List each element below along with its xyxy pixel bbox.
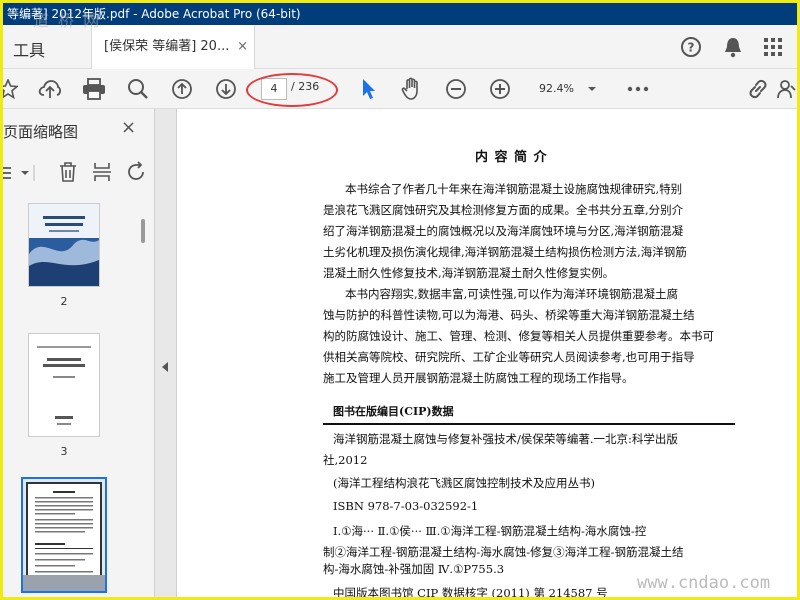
paragraph-line: 供相关高等院校、研究院所、工矿企业等研究人员阅读参考,也可用于指导 bbox=[323, 350, 695, 364]
paragraph-line: 本书内容翔实,数据丰富,可读性强,可以作为海洋环境钢筋混凝土腐 bbox=[345, 287, 678, 301]
cip-line: 海洋钢筋混凝土腐蚀与修复补强技术/侯保荣等编著.一北京:科学出版 bbox=[333, 432, 678, 446]
document-view[interactable]: 内 容 简 介 本书综合了作者几十年来在海洋钢筋混凝土设施腐蚀规律研究,特别 是… bbox=[177, 109, 797, 600]
help-icon[interactable]: ? bbox=[679, 35, 703, 59]
watermark-bottom: www.cndao.com bbox=[637, 573, 771, 593]
tab-document[interactable]: [侯保荣 等编著] 20... × bbox=[91, 25, 255, 69]
panel-scrollbar[interactable] bbox=[141, 219, 145, 243]
thumbnail-label: 2 bbox=[60, 295, 68, 308]
cip-series: (海洋工程结构浪花飞溅区腐蚀控制技术及应用丛书) bbox=[333, 476, 595, 490]
panel-title: 页面缩略图 bbox=[3, 123, 79, 141]
thumbnail-toolbar bbox=[3, 157, 155, 189]
cip-title: 图书在版编目(CIP)数据 bbox=[333, 405, 454, 418]
delete-page-icon[interactable] bbox=[57, 161, 79, 187]
zoom-in-icon[interactable] bbox=[487, 77, 513, 101]
paragraph-line: 土劣化机理及损伤演化规律,海洋钢筋混凝土结构损伤检测方法,海洋钢筋 bbox=[323, 245, 687, 259]
cip-number: 中国版本图书馆 CIP 数据核字 (2011) 第 214587 号 bbox=[333, 586, 608, 600]
cip-class-line: 构-海水腐蚀-补强加固 Ⅳ.①P755.3 bbox=[323, 562, 505, 576]
print-icon[interactable] bbox=[81, 77, 107, 101]
zoom-dropdown[interactable]: 92.4% bbox=[531, 78, 607, 100]
highlight-ellipse bbox=[246, 73, 338, 107]
sign-user-icon[interactable] bbox=[775, 77, 797, 101]
paragraph-line: 本书综合了作者几十年来在海洋钢筋混凝土设施腐蚀规律研究,特别 bbox=[345, 182, 683, 196]
svg-text:?: ? bbox=[688, 41, 695, 55]
paragraph-line: 施工及管理人员开展钢筋混凝土防腐蚀工程的现场工作指导。 bbox=[323, 371, 634, 385]
paragraph-line: 蚀与防护的科普性读物,可以为海港、码头、桥梁等重大海洋钢筋混凝土结 bbox=[323, 308, 695, 322]
thumbnail-panel: 页面缩略图 × 2 3 bbox=[3, 109, 155, 597]
next-page-icon[interactable] bbox=[213, 77, 239, 101]
link-icon[interactable] bbox=[745, 77, 771, 101]
thumbnail-page-3[interactable] bbox=[28, 333, 100, 437]
watermark-top: 道 桥 网 bbox=[33, 11, 102, 30]
tab-document-label: [侯保荣 等编著] 20... bbox=[104, 39, 230, 54]
panel-collapse-bar[interactable] bbox=[155, 109, 177, 597]
cip-divider bbox=[323, 423, 735, 425]
more-options-icon[interactable] bbox=[625, 77, 651, 101]
tab-tools[interactable]: 工具 bbox=[13, 37, 45, 61]
paragraph-line: 构的防腐蚀设计、施工、管理、检测、修复等相关人员提供重要参考。本书可 bbox=[323, 329, 714, 343]
select-pointer-icon[interactable] bbox=[357, 77, 381, 101]
zoom-out-icon[interactable] bbox=[443, 77, 469, 101]
notification-bell-icon[interactable] bbox=[721, 35, 745, 59]
collapse-arrow-icon[interactable] bbox=[161, 361, 169, 376]
extract-page-icon[interactable] bbox=[91, 161, 113, 187]
rotate-icon[interactable] bbox=[125, 161, 147, 187]
acrobat-window: 等编著] 2012年版.pdf - Adobe Acrobat Pro (64-… bbox=[0, 0, 800, 600]
cip-line: 社,2012 bbox=[323, 453, 368, 467]
previous-page-icon[interactable] bbox=[169, 77, 195, 101]
thumbnail-options-icon[interactable] bbox=[3, 163, 37, 187]
thumbnail-label: 3 bbox=[60, 445, 68, 458]
tab-bar: 工具 [侯保荣 等编著] 20... × ? bbox=[3, 25, 797, 69]
bookmark-star-icon[interactable] bbox=[3, 77, 19, 101]
zoom-value: 92.4% bbox=[539, 82, 574, 95]
zoom-search-icon[interactable] bbox=[125, 77, 151, 101]
paragraph-line: 混凝土耐久性修复技术,海洋钢筋混凝土耐久性修复实例。 bbox=[323, 266, 615, 280]
pdf-page: 内 容 简 介 本书综合了作者几十年来在海洋钢筋混凝土设施腐蚀规律研究,特别 是… bbox=[177, 109, 797, 600]
upload-cloud-icon[interactable] bbox=[37, 77, 63, 101]
paragraph-line: 绍了海洋钢筋混凝土的腐蚀概况以及海洋腐蚀环境与分区,海洋钢筋混凝 bbox=[323, 224, 684, 238]
panel-close-button[interactable]: × bbox=[121, 117, 136, 138]
tab-close-button[interactable]: × bbox=[237, 25, 248, 69]
hand-tool-icon[interactable] bbox=[399, 77, 425, 101]
chevron-down-icon bbox=[587, 78, 597, 108]
title-bar: 等编著] 2012年版.pdf - Adobe Acrobat Pro (64-… bbox=[3, 3, 797, 25]
cip-class-line: Ⅰ.①海··· Ⅱ.①侯··· Ⅲ.①海洋工程-钢筋混凝土结构-海水腐蚀-控 bbox=[333, 524, 647, 538]
paragraph-line: 是浪花飞溅区腐蚀研究及其检测修复方面的成果。全书共分五章,分别介 bbox=[323, 203, 684, 217]
thumbnail-page-2[interactable] bbox=[28, 203, 100, 287]
main-toolbar: 4 / 236 92.4% bbox=[3, 69, 797, 109]
cip-isbn: ISBN 978-7-03-032592-1 bbox=[333, 499, 479, 513]
apps-grid-icon[interactable] bbox=[761, 35, 785, 59]
page-heading: 内 容 简 介 bbox=[475, 150, 548, 165]
thumbnail-page-4-selected[interactable] bbox=[21, 477, 107, 593]
